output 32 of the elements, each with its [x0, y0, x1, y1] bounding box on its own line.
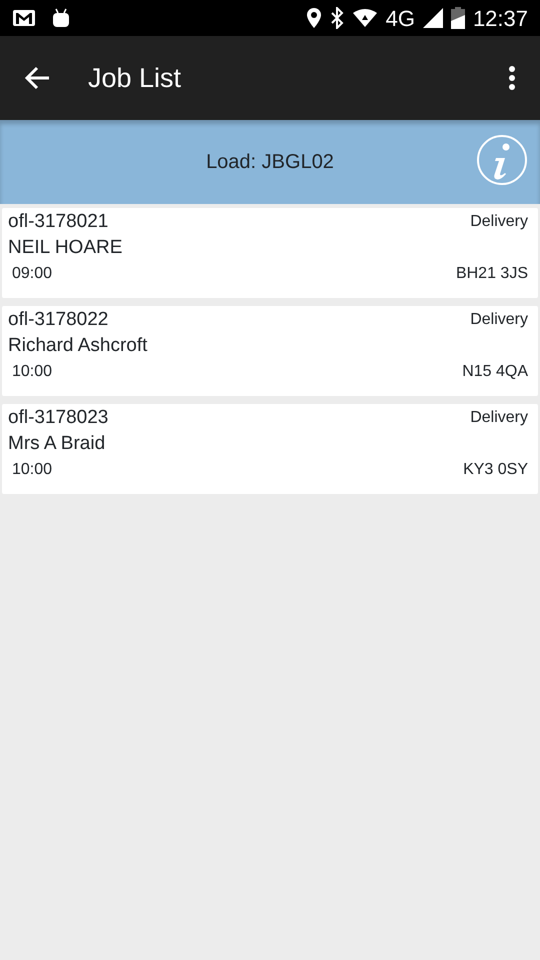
job-card[interactable]: ofl-3178023 Delivery Mrs A Braid 10:00 KY3 0SY [2, 404, 538, 494]
postcode: BH21 3JS [456, 264, 528, 284]
clock: 12:37 [472, 4, 528, 32]
location-icon [306, 7, 322, 29]
job-time: 10:00 [12, 362, 52, 382]
job-card[interactable]: ofl-3178022 Delivery Richard Ashcroft 10:00 N15 4QA [2, 306, 538, 396]
job-type: Delivery [470, 310, 528, 330]
job-id: ofl-3178022 [8, 308, 108, 332]
job-type: Delivery [470, 212, 528, 232]
job-id: ofl-3178021 [8, 210, 108, 234]
battery-icon [450, 7, 465, 29]
wifi-icon [352, 8, 378, 28]
job-type: Delivery [470, 408, 528, 428]
bluetooth-icon [330, 7, 344, 29]
job-time: 09:00 [12, 264, 52, 284]
info-icon [476, 134, 528, 186]
customer-name: Richard Ashcroft [8, 335, 148, 356]
network-type: 4G [386, 4, 415, 32]
page-title: Job List [88, 62, 182, 95]
more-options-icon [508, 65, 516, 91]
postcode: N15 4QA [462, 362, 528, 382]
mail-icon [12, 9, 36, 27]
customer-name: Mrs A Braid [8, 433, 106, 454]
android-icon [52, 8, 70, 28]
job-card[interactable]: ofl-3178021 Delivery NEIL HOARE 09:00 BH21 3JS [2, 208, 538, 298]
customer-name: NEIL HOARE [8, 237, 122, 258]
job-time: 10:00 [12, 460, 52, 480]
job-id: ofl-3178023 [8, 406, 108, 430]
load-label: Load: JBGL02 [206, 150, 334, 175]
back-arrow-icon [24, 66, 50, 90]
signal-icon [422, 8, 443, 28]
postcode: KY3 0SY [463, 460, 528, 480]
